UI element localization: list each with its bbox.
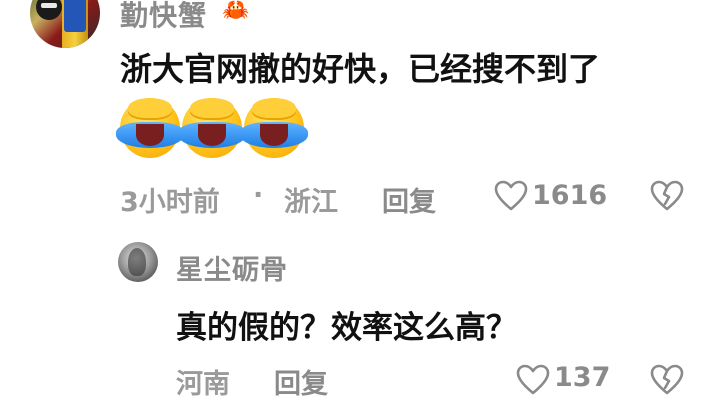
avatar[interactable] xyxy=(118,242,158,282)
reply-text: 真的假的？效率这么高？ xyxy=(176,310,517,346)
facepalm-crying-emoji xyxy=(240,98,308,158)
reply-location: 河南 xyxy=(176,369,230,400)
crab-icon: 🦀 xyxy=(222,0,250,23)
broken-heart-icon[interactable] xyxy=(650,180,684,212)
reply-button[interactable]: 回复 xyxy=(274,362,328,401)
reply-username[interactable]: 星尘砺骨 xyxy=(176,248,288,287)
broken-heart-icon[interactable] xyxy=(650,364,684,396)
reply-button[interactable]: 回复 xyxy=(382,180,436,219)
comment-username[interactable]: 勤快蟹 xyxy=(120,0,207,34)
facepalm-crying-emoji xyxy=(178,98,246,158)
like-count: 1616 xyxy=(532,180,608,211)
comment-text: 浙大官网撤的好快，已经搜不到了 xyxy=(120,50,601,88)
avatar-can-label xyxy=(64,0,86,32)
comment-time: 3小时前 xyxy=(120,187,220,218)
heart-outline-icon[interactable] xyxy=(516,364,550,396)
like-count: 137 xyxy=(554,362,611,393)
avatar-face xyxy=(36,0,62,20)
meta-separator: · xyxy=(253,180,264,211)
avatar[interactable] xyxy=(30,0,100,48)
comment-location: 浙江 xyxy=(284,187,338,218)
heart-outline-icon[interactable] xyxy=(494,180,528,212)
facepalm-crying-emoji xyxy=(116,98,184,158)
